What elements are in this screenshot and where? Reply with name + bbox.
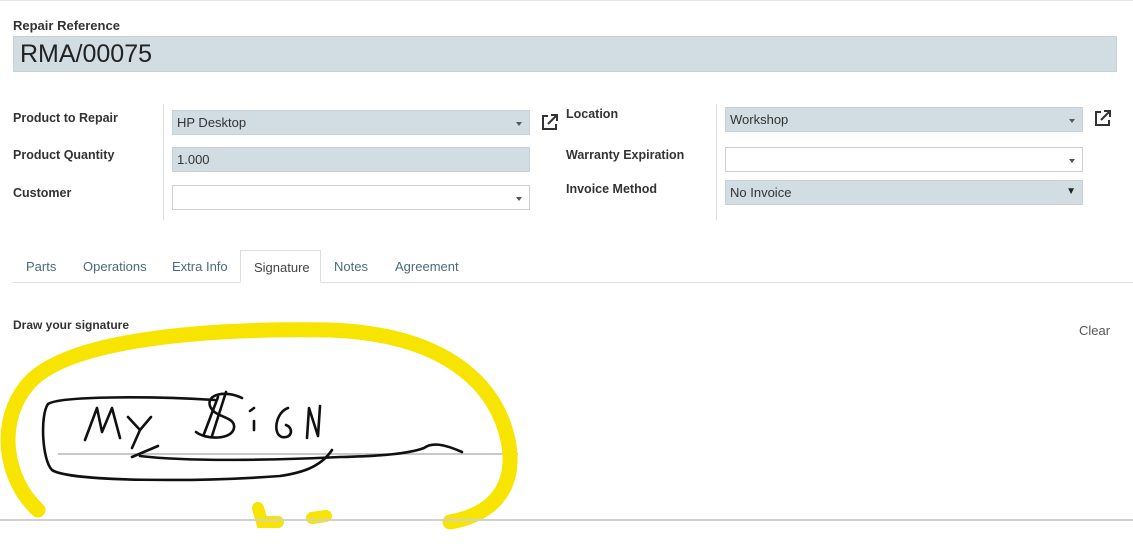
signature-instruction-label: Draw your signature [13,318,130,332]
chevron-down-icon [516,122,522,126]
tab-notes[interactable]: Notes [321,250,381,283]
signature-pad[interactable] [0,300,1133,530]
signature-pad-bottom-border [0,519,1133,521]
product-quantity-label: Product Quantity [13,148,115,162]
external-link-icon[interactable] [1093,108,1113,128]
tab-extra-info[interactable]: Extra Info [159,250,241,283]
invoice-method-value: No Invoice [730,185,792,200]
warranty-expiration-input[interactable] [725,147,1083,172]
location-label: Location [566,107,619,121]
repair-reference-field[interactable]: RMA/00075 [13,36,1117,72]
repair-reference-label: Repair Reference [13,18,120,33]
product-quantity-input[interactable]: 1.000 [172,147,530,172]
left-column-separator [163,104,164,220]
location-value: Workshop [730,112,789,127]
tab-parts[interactable]: Parts [13,250,69,283]
tab-signature[interactable]: Signature [240,250,321,283]
tab-operations[interactable]: Operations [70,250,160,283]
product-quantity-value: 1.000 [177,152,210,167]
location-select[interactable]: Workshop [725,107,1083,132]
customer-label: Customer [13,186,72,200]
customer-select[interactable] [172,185,530,210]
product-to-repair-select[interactable]: HP Desktop [172,110,530,135]
chevron-down-icon [1069,119,1075,123]
product-to-repair-label: Product to Repair [13,111,118,125]
triangle-down-icon: ▼ [1066,186,1076,197]
external-link-icon[interactable] [540,112,560,132]
tab-agreement[interactable]: Agreement [382,250,472,283]
right-column-separator [716,104,717,220]
invoice-method-label: Invoice Method [566,182,657,196]
invoice-method-select[interactable]: No Invoice ▼ [725,180,1083,205]
product-to-repair-value: HP Desktop [177,115,247,130]
top-divider [0,0,1133,1]
chevron-down-icon [1069,159,1075,163]
handwritten-signature [41,390,464,482]
warranty-expiration-label: Warranty Expiration [566,148,685,162]
chevron-down-icon [516,197,522,201]
highlight-ellipse [0,322,518,530]
clear-signature-link[interactable]: Clear [1079,323,1110,338]
